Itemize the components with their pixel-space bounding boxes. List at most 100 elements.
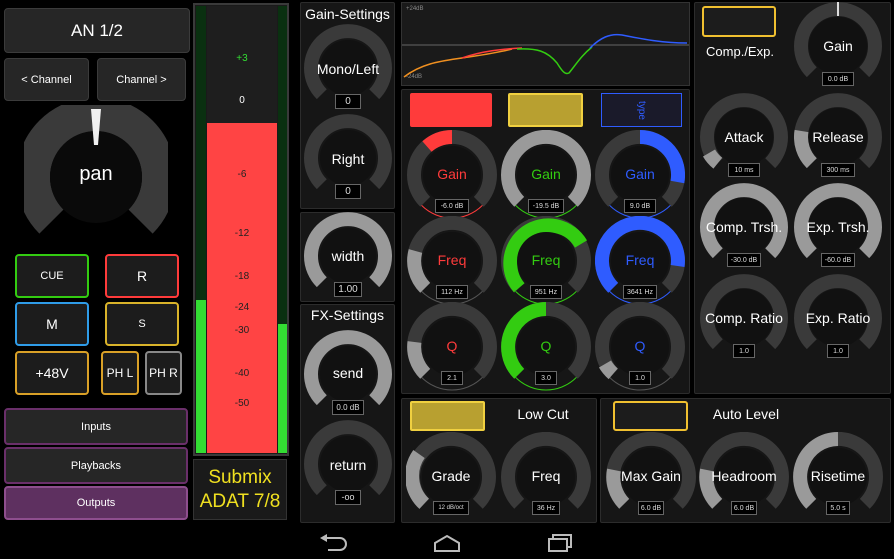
phantom-48v-button[interactable]: +48V: [15, 351, 89, 395]
submix-button[interactable]: Submix ADAT 7/8: [193, 459, 287, 520]
width-label: width: [331, 248, 365, 264]
phase-right-button[interactable]: PH R: [145, 351, 182, 395]
comp-threshold-label: Comp. Trsh.: [705, 219, 783, 235]
release-knob[interactable]: Release 300 ms: [794, 93, 882, 181]
exp-ratio-knob[interactable]: Exp. Ratio 1.0: [794, 274, 882, 362]
eq-band2-freq-value: 951 Hz: [530, 285, 562, 299]
eq-type-label: type: [636, 100, 647, 120]
mono-left-knob[interactable]: Mono/Left 0: [304, 24, 392, 112]
eq-band2-q-knob[interactable]: Q 3.0: [501, 301, 591, 392]
meter-left-fill: [196, 300, 206, 453]
eq-band2-freq-label: Freq: [531, 252, 561, 268]
solo-button[interactable]: S: [105, 302, 179, 346]
eq-band2-enable[interactable]: [508, 93, 583, 127]
right-gain-knob[interactable]: Right 0: [304, 114, 392, 202]
eq-band3-gain-knob[interactable]: Gain 9.0 dB: [595, 129, 686, 220]
fx-send-label: send: [332, 365, 364, 381]
eq-band1-gain-knob[interactable]: Gain -6.0 dB: [407, 129, 497, 220]
meter-scale-plus3: +3: [236, 53, 248, 64]
exp-threshold-label: Exp. Trsh.: [806, 219, 870, 235]
eq-band3-q-value: 1.0: [629, 371, 651, 385]
comp-ratio-knob[interactable]: Comp. Ratio 1.0: [700, 274, 788, 362]
eq-band3-freq-knob[interactable]: Freq 3641 Hz: [594, 215, 685, 306]
eq-band3-type-button[interactable]: type: [601, 93, 682, 127]
eq-band1-freq-value: 112 Hz: [436, 285, 468, 299]
system-nav-bar: [0, 527, 894, 559]
cue-button[interactable]: CUE: [15, 254, 89, 298]
eq-band2-q-label: Q: [540, 338, 552, 354]
dyn-gain-knob[interactable]: Gain 0.0 dB: [794, 2, 882, 90]
fx-return-label: return: [329, 457, 367, 473]
exp-ratio-value: 1.0: [827, 344, 849, 358]
headroom-label: Headroom: [711, 468, 777, 484]
fx-settings-title: FX-Settings: [310, 307, 385, 323]
max-gain-label: Max Gain: [621, 468, 681, 484]
eq-graph[interactable]: +24dB -24dB: [401, 2, 690, 86]
comp-threshold-knob[interactable]: Comp. Trsh. -30.0 dB: [700, 183, 788, 271]
width-knob[interactable]: width 1.00: [304, 212, 392, 300]
phase-left-button[interactable]: PH L: [101, 351, 139, 395]
back-arrow-icon[interactable]: [318, 534, 348, 552]
exp-ratio-label: Exp. Ratio: [805, 310, 871, 326]
eq-band1-freq-label: Freq: [437, 252, 467, 268]
meter-scale-minus12: -12: [234, 228, 250, 239]
low-cut-freq-value: 36 Hz: [532, 501, 560, 515]
dynamics-enable-button[interactable]: [702, 6, 776, 37]
recents-icon[interactable]: [546, 533, 574, 553]
eq-band2-gain-knob[interactable]: Gain -19.5 dB: [501, 129, 591, 220]
eq-band1-q-label: Q: [446, 338, 458, 354]
next-channel-button[interactable]: Channel >: [97, 58, 186, 101]
low-cut-freq-knob[interactable]: Freq 36 Hz: [501, 431, 591, 522]
meter-right-fill: [278, 324, 287, 453]
pan-label: pan: [79, 163, 113, 185]
dyn-gain-value: 0.0 dB: [822, 72, 854, 86]
fx-send-knob[interactable]: send 0.0 dB: [304, 330, 392, 418]
low-cut-grade-knob[interactable]: Grade 12 dB/oct: [405, 431, 496, 522]
mute-button[interactable]: M: [15, 302, 89, 346]
eq-band1-freq-knob[interactable]: Freq 112 Hz: [407, 215, 497, 306]
exp-threshold-knob[interactable]: Exp. Trsh. -60.0 dB: [794, 183, 882, 271]
submix-target: ADAT 7/8: [199, 491, 281, 512]
eq-band2-q-value: 3.0: [535, 371, 557, 385]
meter-scale-minus6: -6: [237, 169, 247, 180]
right-gain-label: Right: [331, 151, 365, 167]
prev-channel-button[interactable]: < Channel: [4, 58, 89, 101]
meter-scale-minus30: -30: [234, 325, 250, 336]
max-gain-value: 6.0 dB: [638, 501, 664, 515]
comp-ratio-label: Comp. Ratio: [705, 310, 783, 326]
max-gain-knob[interactable]: Max Gain 6.0 dB: [606, 431, 696, 522]
meter-scale-minus50: -50: [234, 398, 250, 409]
level-meter: +3 0 -6 -12 -18 -24 -30 -40 -50: [193, 3, 289, 456]
attack-label: Attack: [724, 129, 764, 145]
channel-title[interactable]: AN 1/2: [4, 8, 190, 53]
headroom-value: 6.0 dB: [731, 501, 757, 515]
dynamics-title: Comp./Exp.: [706, 44, 774, 59]
fx-return-knob[interactable]: return -oo: [304, 420, 392, 508]
fx-send-value: 0.0 dB: [332, 400, 364, 415]
nav-playbacks-button[interactable]: Playbacks: [4, 447, 188, 484]
risetime-knob[interactable]: Risetime 5.0 s: [793, 431, 883, 522]
low-cut-grade-value: 12 dB/oct: [433, 501, 469, 515]
pan-knob[interactable]: pan: [16, 97, 176, 249]
meter-scale-minus40: -40: [234, 368, 250, 379]
low-cut-freq-label: Freq: [531, 468, 561, 484]
fx-return-value: -oo: [335, 490, 361, 505]
home-icon[interactable]: [432, 533, 462, 553]
low-cut-enable-button[interactable]: [410, 401, 485, 431]
eq-band2-freq-knob[interactable]: Freq 951 Hz: [501, 215, 591, 306]
attack-knob[interactable]: Attack 10 ms: [700, 93, 788, 181]
headroom-knob[interactable]: Headroom 6.0 dB: [699, 431, 789, 522]
record-button[interactable]: R: [105, 254, 179, 298]
nav-outputs-button[interactable]: Outputs: [4, 486, 188, 520]
eq-curve: [402, 33, 689, 78]
eq-band1-q-knob[interactable]: Q 2.1: [407, 301, 497, 392]
eq-band3-q-knob[interactable]: Q 1.0: [595, 301, 685, 392]
exp-threshold-value: -60.0 dB: [821, 253, 855, 267]
eq-band1-enable[interactable]: [410, 93, 492, 127]
eq-band3-freq-value: 3641 Hz: [623, 285, 657, 299]
auto-level-enable-button[interactable]: [613, 401, 688, 431]
mono-left-value: 0: [335, 94, 361, 109]
nav-inputs-button[interactable]: Inputs: [4, 408, 188, 445]
eq-band2-gain-label: Gain: [531, 166, 561, 182]
eq-band3-gain-value: 9.0 dB: [624, 199, 656, 213]
